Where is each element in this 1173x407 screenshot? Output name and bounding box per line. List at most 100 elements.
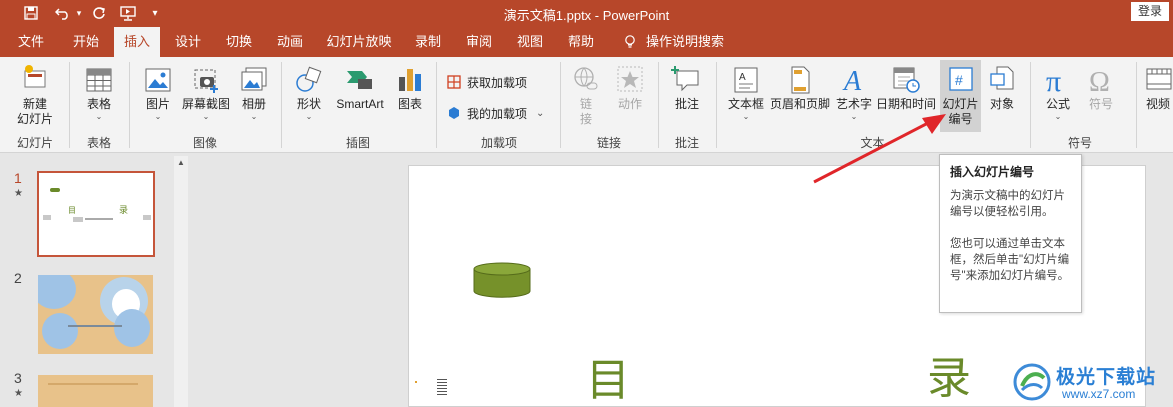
separator [436, 62, 437, 148]
action-button[interactable]: 动作 [610, 63, 650, 112]
tooltip-description: 为演示文稿中的幻灯片编号以便轻松引用。 [950, 190, 1065, 218]
slide-thumbnail[interactable] [38, 275, 153, 354]
thumb-line [85, 218, 113, 220]
textbox-icon: A [734, 67, 758, 93]
thumb-char: 目 [68, 206, 76, 215]
new-slide-button[interactable]: 新建 幻灯片 [6, 63, 64, 127]
group-label-tables: 表格 [86, 136, 111, 150]
chart-icon [399, 69, 421, 91]
screenshot-icon [194, 69, 218, 93]
thumbnail-scrollbar[interactable]: ▲ [174, 156, 188, 407]
document-title: 演示文稿1.pptx - PowerPoint [503, 8, 670, 23]
slide-thumbnail-pane: 1 ★ 目 录 2 3 ★ [0, 154, 192, 407]
screenshot-button[interactable]: 屏幕截图 ⌄ [180, 63, 232, 121]
album-icon [241, 67, 267, 91]
login-button[interactable]: 登录 [1131, 2, 1169, 21]
group-label-addins: 加载项 [480, 136, 517, 150]
slide-number: 2 [14, 270, 22, 286]
tab-slideshow[interactable]: 幻灯片放映 [322, 27, 396, 57]
addins-icon [449, 107, 459, 119]
watermark-url: www.xz7.com [1062, 387, 1136, 401]
video-label: 视频 [1145, 97, 1170, 111]
equation-button[interactable]: π 公式 ⌄ [1038, 63, 1078, 121]
chevron-down-icon: ⌄ [742, 112, 750, 121]
screenshot-label: 屏幕截图 [181, 97, 230, 111]
object-button[interactable]: 对象 [983, 63, 1021, 112]
group-label-slides: 幻灯片 [16, 136, 53, 150]
slide-number: 3 [14, 370, 22, 386]
svg-text:A: A [739, 72, 746, 83]
lightbulb-icon [625, 35, 635, 48]
scroll-up-icon[interactable]: ▲ [174, 156, 188, 170]
picture-label: 图片 [145, 97, 170, 111]
tooltip-title: 插入幻灯片编号 [950, 165, 1035, 179]
table-icon [86, 68, 112, 92]
calendar-icon [893, 67, 920, 93]
video-icon [1146, 68, 1172, 90]
slide-thumbnail[interactable] [38, 375, 153, 407]
get-addins-button[interactable]: 获取加载项 [446, 72, 527, 92]
tab-file[interactable]: 文件 [9, 27, 53, 57]
tab-record[interactable]: 录制 [406, 27, 450, 57]
svg-text:Ω: Ω [1089, 67, 1110, 97]
smartart-button[interactable]: SmartArt [330, 63, 390, 112]
tab-design[interactable]: 设计 [166, 27, 210, 57]
pi-icon: π [1046, 65, 1061, 97]
title-bar: ▾ ▾ 演示文稿1.pptx - PowerPoint 登录 [0, 0, 1173, 27]
group-label-links: 链接 [596, 136, 621, 150]
tell-me-search[interactable]: 操作说明搜索 [646, 27, 726, 57]
slide-number-tooltip: 插入幻灯片编号 为演示文稿中的幻灯片编号以便轻松引用。 您也可以通过单击文本框，… [939, 154, 1082, 313]
header-footer-icon [791, 66, 810, 94]
picture-button[interactable]: 图片 ⌄ [136, 63, 180, 121]
link-label-1: 链 [579, 97, 592, 111]
chevron-down-icon: ⌄ [536, 107, 545, 119]
group-label-comments: 批注 [674, 136, 699, 150]
shapes-button[interactable]: 形状 ⌄ [288, 63, 330, 121]
action-label: 动作 [617, 97, 642, 111]
thumb-block [143, 215, 151, 220]
thumb-circle [38, 275, 76, 309]
separator [69, 62, 70, 148]
smartart-icon [347, 71, 372, 89]
table-label: 表格 [86, 97, 111, 111]
my-addins-button[interactable]: 我的加载项 ⌄ [446, 103, 544, 123]
slide-char-2[interactable]: 录 [927, 342, 971, 406]
table-button[interactable]: 表格 ⌄ [76, 63, 122, 121]
tab-animations[interactable]: 动画 [268, 27, 312, 57]
site-watermark: 极光下载站 www.xz7.com [1012, 360, 1172, 406]
video-button[interactable]: 视频 [1142, 63, 1173, 112]
tab-home[interactable]: 开始 [64, 27, 108, 57]
chevron-down-icon: ⌄ [154, 112, 162, 121]
slide-thumbnail[interactable]: 目 录 [37, 171, 155, 257]
symbol-label: 符号 [1088, 97, 1113, 111]
comment-button[interactable]: 批注 [666, 63, 708, 112]
cylinder-shape[interactable] [473, 262, 531, 298]
link-icon [574, 67, 598, 90]
tab-transitions[interactable]: 切换 [217, 27, 261, 57]
slide-number-icon: # [948, 67, 973, 91]
textbox-label: 文本框 [727, 97, 764, 111]
chevron-down-icon: ⌄ [95, 112, 103, 121]
watermark-name: 极光下载站 [1056, 367, 1157, 388]
link-label-2: 接 [579, 112, 592, 126]
equation-label: 公式 [1045, 97, 1070, 111]
tab-help[interactable]: 帮助 [559, 27, 603, 57]
separator [716, 62, 717, 148]
chart-button[interactable]: 图表 [392, 63, 428, 112]
slide-char-1[interactable]: 目 [586, 344, 630, 407]
tab-view[interactable]: 视图 [508, 27, 552, 57]
object-icon [990, 66, 1014, 90]
textbox-button[interactable]: A 文本框 ⌄ [724, 63, 768, 121]
shapes-icon [296, 66, 322, 92]
tab-insert[interactable]: 插入 [114, 27, 160, 57]
symbol-button[interactable]: Ω 符号 [1080, 63, 1122, 112]
thumb-line [48, 383, 138, 385]
album-button[interactable]: 相册 ⌄ [234, 63, 274, 121]
link-button[interactable]: 链 接 [568, 63, 604, 127]
new-slide-label-2: 幻灯片 [16, 112, 53, 126]
new-slide-label-1: 新建 [22, 97, 47, 111]
thumb-circle [42, 313, 78, 349]
svg-text:A: A [842, 66, 862, 97]
tab-review[interactable]: 审阅 [457, 27, 501, 57]
slide-dot [415, 381, 417, 383]
